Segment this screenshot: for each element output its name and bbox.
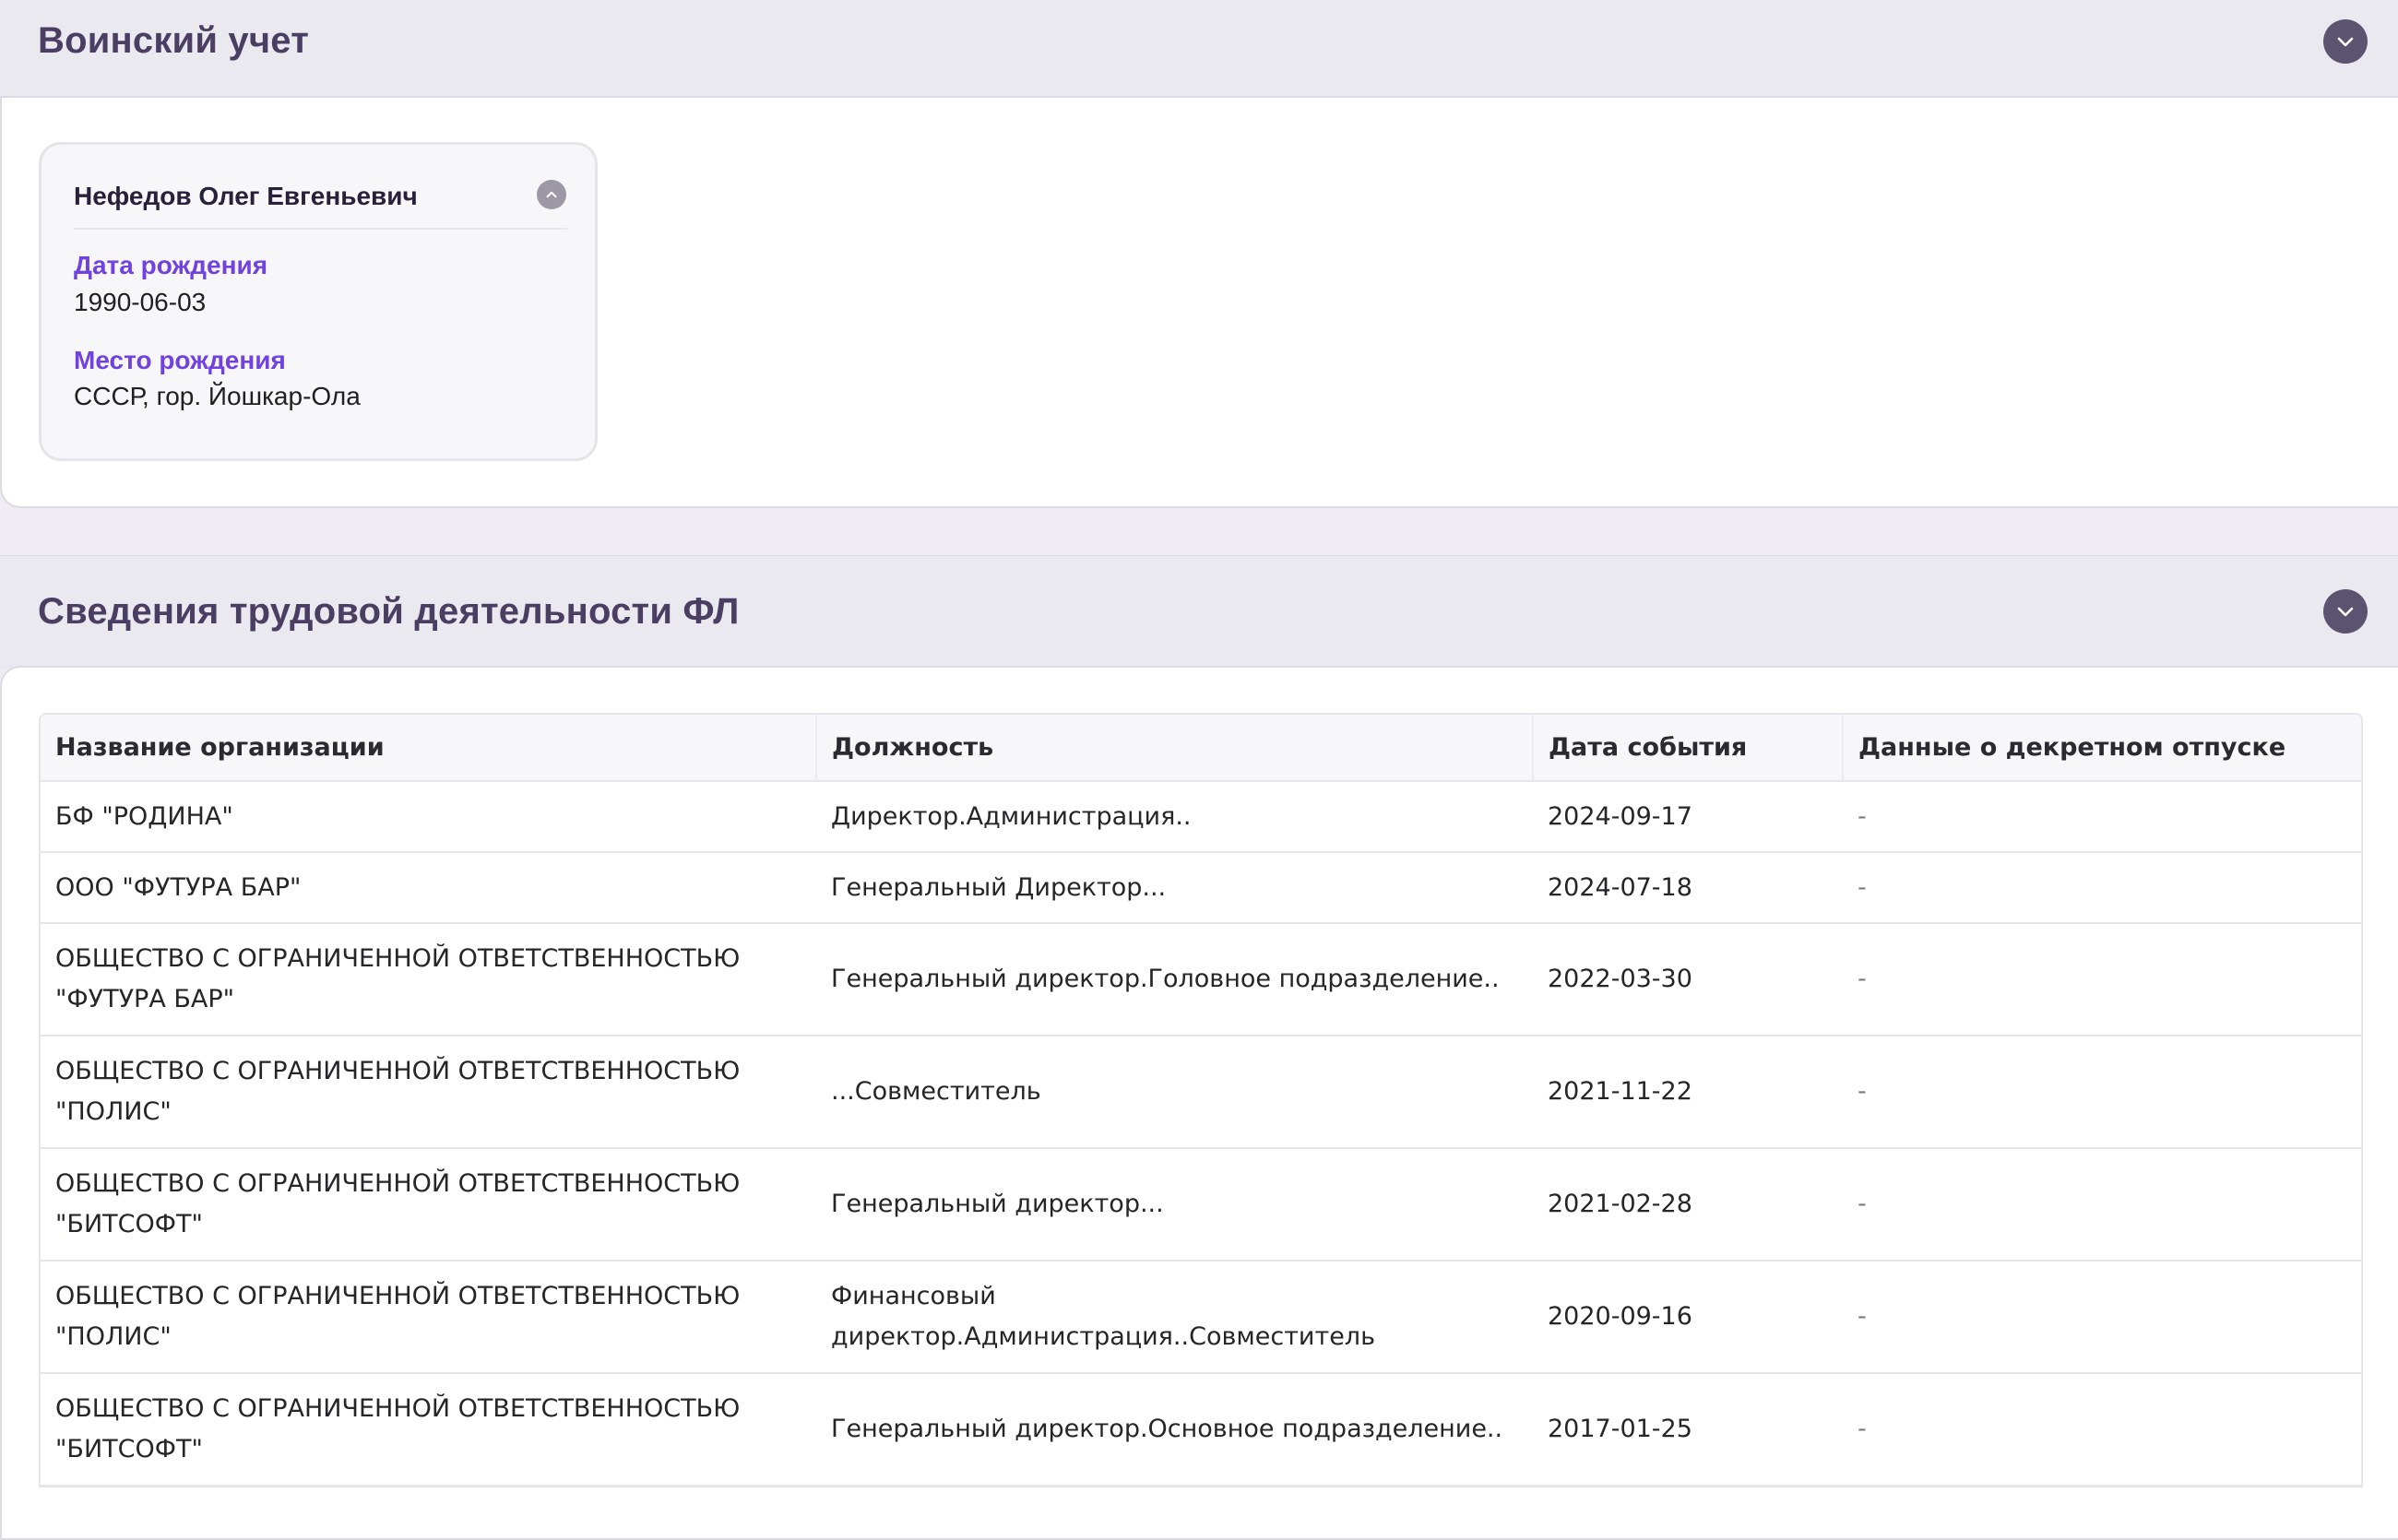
collapse-person-card-button[interactable] (537, 180, 566, 209)
cell-maternity: - (1843, 1148, 2361, 1262)
cell-maternity: - (1843, 781, 2361, 853)
employment-table: Название организации Должность Дата собы… (39, 713, 2363, 1487)
collapse-military-button[interactable] (2323, 19, 2368, 64)
cell-position: Генеральный директор.Головное подразделе… (816, 923, 1533, 1037)
table-row[interactable]: ООО "ФУТУРА БАР" Генеральный Директор...… (41, 852, 2361, 924)
section-header-military[interactable]: Воинский учет (0, 0, 2398, 98)
table-row[interactable]: ОБЩЕСТВО С ОГРАНИЧЕННОЙ ОТВЕТСТВЕННОСТЬЮ… (41, 1373, 2361, 1486)
collapse-employment-button[interactable] (2323, 589, 2368, 634)
cell-event-date: 2020-09-16 (1533, 1261, 1843, 1374)
birth-place-label: Место рождения (74, 346, 286, 374)
table-row[interactable]: ОБЩЕСТВО С ОГРАНИЧЕННОЙ ОТВЕТСТВЕННОСТЬЮ… (41, 1261, 2361, 1374)
birth-date-label: Дата рождения (74, 251, 268, 279)
cell-organization: ОБЩЕСТВО С ОГРАНИЧЕННОЙ ОТВЕТСТВЕННОСТЬЮ… (41, 1036, 816, 1149)
cell-maternity: - (1843, 852, 2361, 924)
cell-position: Финансовый директор.Администрация..Совме… (816, 1261, 1533, 1374)
table-row[interactable]: ОБЩЕСТВО С ОГРАНИЧЕННОЙ ОТВЕТСТВЕННОСТЬЮ… (41, 1036, 2361, 1149)
cell-event-date: 2024-09-17 (1533, 781, 1843, 853)
cell-organization: ООО "ФУТУРА БАР" (41, 852, 816, 924)
cell-maternity: - (1843, 1373, 2361, 1486)
cell-organization: БФ "РОДИНА" (41, 781, 816, 853)
birth-date-value: 1990-06-03 (74, 288, 207, 316)
cell-event-date: 2017-01-25 (1533, 1373, 1843, 1486)
chevron-down-icon (2337, 607, 2354, 617)
cell-position: Директор.Администрация.. (816, 781, 1533, 853)
cell-event-date: 2024-07-18 (1533, 852, 1843, 924)
cell-maternity: - (1843, 923, 2361, 1037)
cell-maternity: - (1843, 1036, 2361, 1149)
table-row[interactable]: ОБЩЕСТВО С ОГРАНИЧЕННОЙ ОТВЕТСТВЕННОСТЬЮ… (41, 923, 2361, 1037)
cell-organization: ОБЩЕСТВО С ОГРАНИЧЕННОЙ ОТВЕТСТВЕННОСТЬЮ… (41, 1373, 816, 1486)
cell-event-date: 2022-03-30 (1533, 923, 1843, 1037)
cell-position: ...Совместитель (816, 1036, 1533, 1149)
column-header-event-date[interactable]: Дата события (1533, 715, 1844, 782)
column-header-organization[interactable]: Название организации (41, 715, 817, 782)
table-header-row: Название организации Должность Дата собы… (41, 715, 2361, 782)
column-header-maternity[interactable]: Данные о декретном отпуске (1843, 715, 2361, 782)
cell-position: Генеральный директор... (816, 1148, 1533, 1262)
cell-maternity: - (1843, 1261, 2361, 1374)
cell-organization: ОБЩЕСТВО С ОГРАНИЧЕННОЙ ОТВЕТСТВЕННОСТЬЮ… (41, 1148, 816, 1262)
section-title-employment: Сведения трудовой деятельности ФЛ (38, 591, 740, 632)
cell-position: Генеральный директор.Основное подразделе… (816, 1373, 1533, 1486)
section-header-employment[interactable]: Сведения трудовой деятельности ФЛ (0, 555, 2398, 669)
cell-event-date: 2021-02-28 (1533, 1148, 1843, 1262)
chevron-up-icon (546, 191, 557, 198)
chevron-down-icon (2337, 37, 2354, 47)
column-header-position[interactable]: Должность (816, 715, 1534, 782)
table-row[interactable]: БФ "РОДИНА" Директор.Администрация.. 202… (41, 781, 2361, 853)
cell-position: Генеральный Директор... (816, 852, 1533, 924)
person-card: Нефедов Олег Евгеньевич Дата рождения 19… (39, 142, 598, 461)
table-row[interactable]: ОБЩЕСТВО С ОГРАНИЧЕННОЙ ОТВЕТСТВЕННОСТЬЮ… (41, 1148, 2361, 1262)
cell-organization: ОБЩЕСТВО С ОГРАНИЧЕННОЙ ОТВЕТСТВЕННОСТЬЮ… (41, 1261, 816, 1374)
card-divider (74, 228, 567, 230)
cell-event-date: 2021-11-22 (1533, 1036, 1843, 1149)
page: Воинский учет Нефедов Олег Евгеньевич Да… (0, 0, 2398, 1540)
cell-organization: ОБЩЕСТВО С ОГРАНИЧЕННОЙ ОТВЕТСТВЕННОСТЬЮ… (41, 923, 816, 1037)
person-name: Нефедов Олег Евгеньевич (74, 182, 418, 210)
birth-place-value: СССР, гор. Йошкар-Ола (74, 382, 361, 410)
section-title-military: Воинский учет (38, 20, 310, 61)
